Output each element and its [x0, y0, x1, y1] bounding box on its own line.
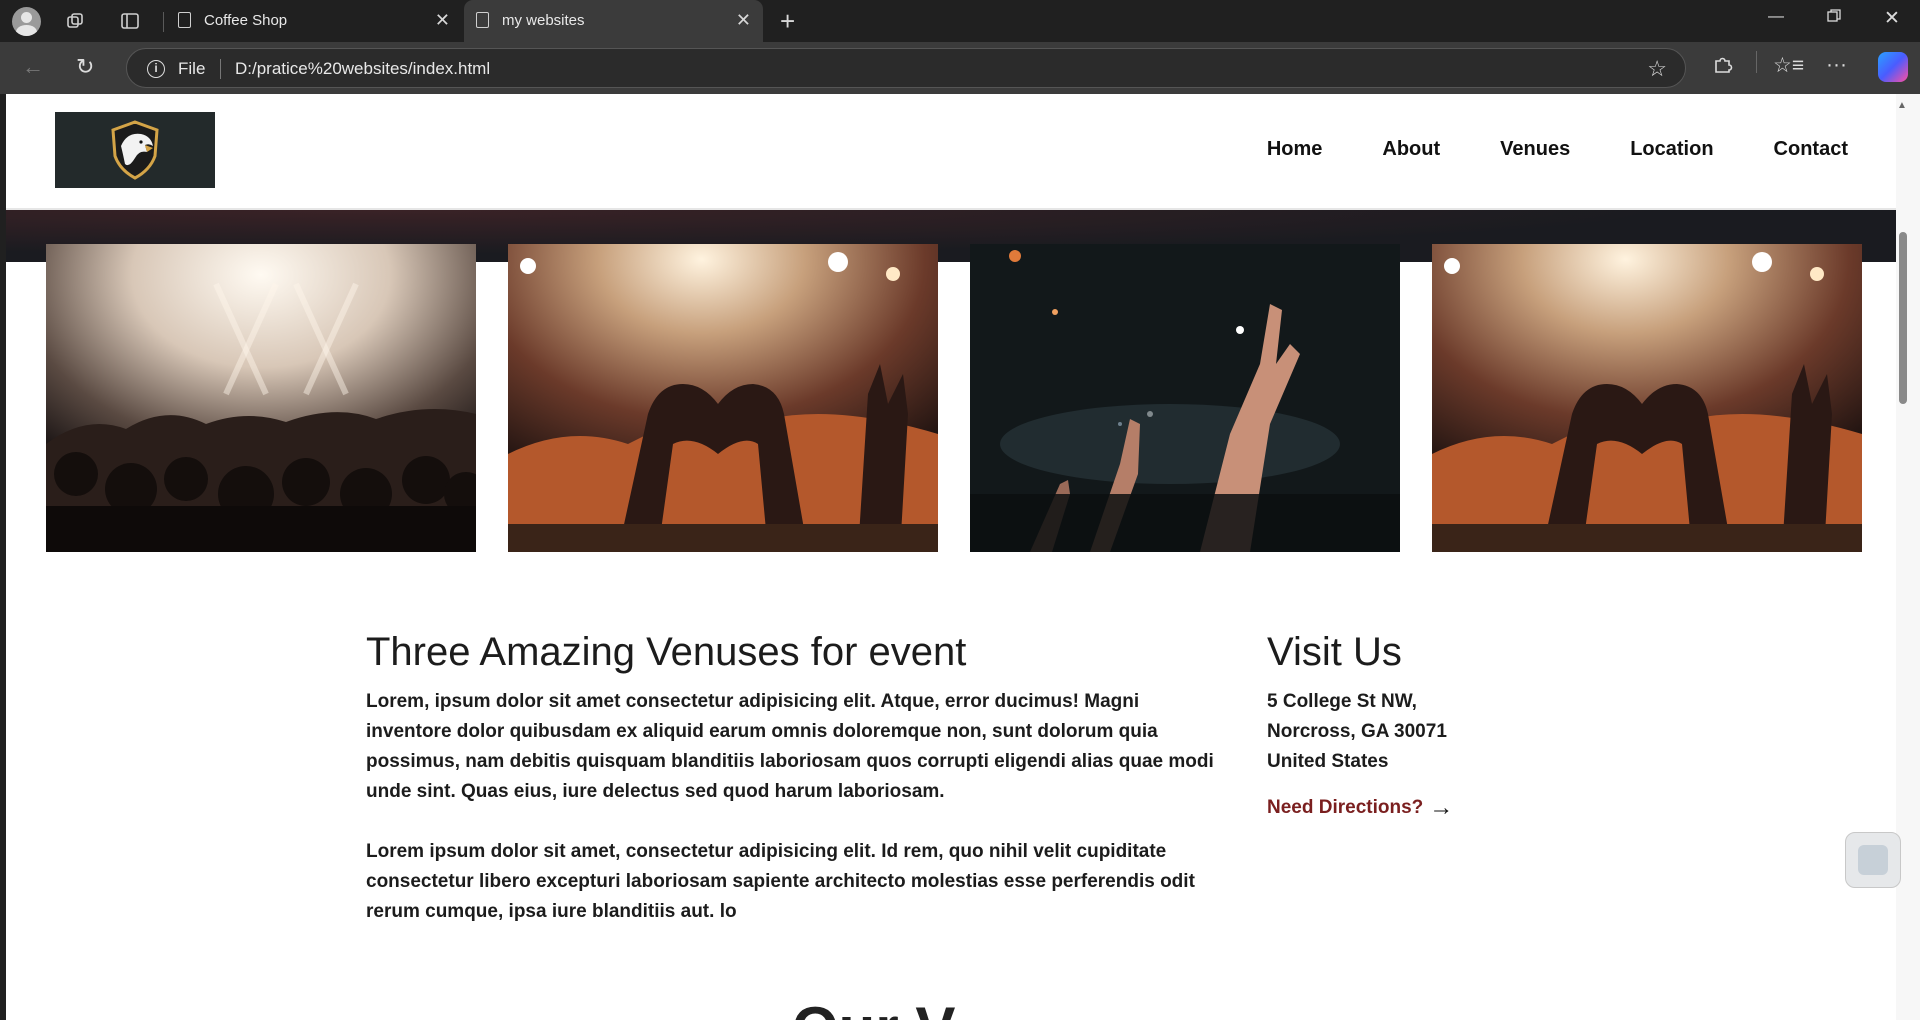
browser-titlebar: Coffee Shop ✕ my websites ✕ + — ✕ [0, 0, 1920, 42]
page-icon [178, 12, 191, 28]
scroll-up-arrow-icon[interactable]: ▲ [1897, 100, 1907, 111]
intro-heading: Three Amazing Venuses for event [366, 630, 967, 674]
address-line-2: Norcross, GA 30071 [1267, 721, 1447, 742]
tab-title: Coffee Shop [204, 12, 288, 29]
tab-coffee-shop[interactable]: Coffee Shop ✕ [166, 0, 462, 42]
nav-venues[interactable]: Venues [1500, 138, 1570, 161]
address-line-1: 5 College St NW, [1267, 691, 1417, 712]
page-viewport: Home About Venues Location Contact Three… [6, 94, 1896, 1020]
tab-close-icon[interactable]: ✕ [736, 10, 751, 31]
workspaces-icon[interactable] [66, 11, 86, 35]
gallery-image-concert-crowd [46, 244, 476, 552]
tab-actions-icon[interactable] [120, 11, 140, 35]
visit-section: Visit Us 5 College St NW, Norcross, GA 3… [1267, 630, 1597, 821]
copilot-icon[interactable] [1878, 52, 1908, 82]
address-bar[interactable]: i File D:/pratice%20websites/index.html … [126, 48, 1686, 88]
tab-my-websites[interactable]: my websites ✕ [464, 0, 763, 42]
puzzle-icon[interactable] [1712, 53, 1734, 81]
plus-icon[interactable]: + [780, 7, 795, 35]
toolbar-separator [1756, 51, 1757, 79]
main-nav: Home About Venues Location Contact [1267, 138, 1848, 161]
back-arrow-icon[interactable]: ← [22, 54, 44, 80]
scrollbar-thumb[interactable] [1899, 232, 1907, 404]
close-icon[interactable]: ✕ [1884, 7, 1900, 30]
floating-assistant-widget[interactable] [1845, 832, 1901, 888]
nav-home[interactable]: Home [1267, 138, 1323, 161]
directions-link[interactable]: Need Directions? → [1267, 794, 1454, 821]
nav-contact[interactable]: Contact [1774, 138, 1848, 161]
url-text[interactable]: D:/pratice%20websites/index.html [235, 59, 490, 79]
nav-about[interactable]: About [1382, 138, 1440, 161]
gallery-image-raised-hands [970, 244, 1400, 552]
scheme-label: File [178, 59, 206, 78]
site-header: Home About Venues Location Contact [6, 94, 1896, 210]
profile-avatar-icon[interactable] [12, 7, 41, 36]
page-icon [476, 12, 489, 28]
restore-icon[interactable] [1826, 8, 1842, 29]
assistant-icon [1858, 845, 1888, 875]
intro-paragraph-2: Lorem ipsum dolor sit amet, consectetur … [366, 841, 1195, 922]
intro-section: Three Amazing Venuses for event Lorem, i… [366, 630, 1216, 957]
reload-icon[interactable]: ↻ [76, 54, 94, 80]
address-separator [220, 59, 221, 79]
nav-location[interactable]: Location [1630, 138, 1713, 161]
visit-heading: Visit Us [1267, 630, 1402, 674]
browser-toolbar: ← ↻ i File D:/pratice%20websites/index.h… [0, 42, 1920, 94]
tab-title: my websites [502, 12, 585, 29]
next-section-heading: Our V [792, 994, 992, 1020]
tab-close-icon[interactable]: ✕ [435, 10, 450, 31]
more-dots-icon[interactable]: ··· [1826, 53, 1847, 77]
gallery-image-heart-hands [508, 244, 938, 552]
site-logo[interactable] [55, 112, 215, 188]
directions-label: Need Directions? [1267, 797, 1424, 818]
favorites-icon[interactable]: ☆≡ [1773, 53, 1804, 78]
info-icon[interactable]: i [147, 60, 165, 78]
star-icon[interactable]: ☆ [1647, 56, 1667, 82]
address-line-3: United States [1267, 751, 1389, 772]
tab-separator [163, 12, 164, 32]
gallery-image-heart-hands-repeat [1432, 244, 1862, 552]
intro-paragraph-1: Lorem, ipsum dolor sit amet consectetur … [366, 691, 1214, 802]
arrow-right-icon: → [1429, 794, 1454, 821]
minimize-icon[interactable]: — [1768, 8, 1784, 26]
eagle-shield-logo-icon [111, 120, 159, 180]
